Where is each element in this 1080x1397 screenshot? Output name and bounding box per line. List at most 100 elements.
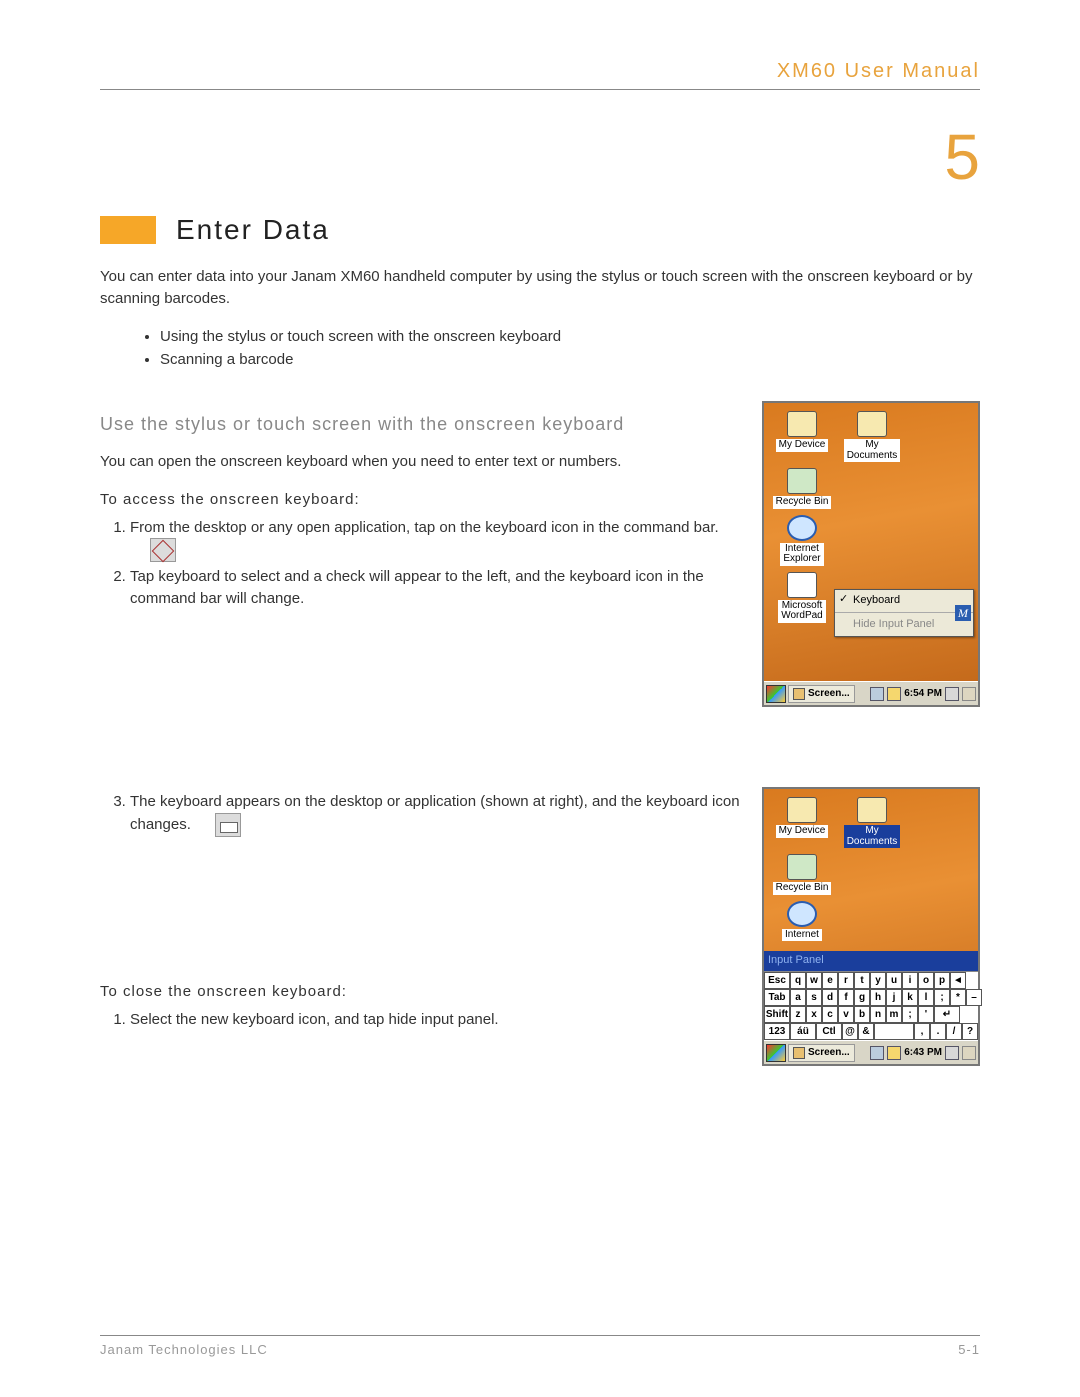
osk-key[interactable]: l: [918, 989, 934, 1006]
osk-key[interactable]: ◄: [950, 972, 966, 989]
osk-key[interactable]: Ctl: [816, 1023, 842, 1040]
taskbar-clock: 6:54 PM: [904, 687, 942, 702]
desktop-icon-recycle-bin[interactable]: Recycle Bin: [772, 468, 832, 509]
taskbar-app-button[interactable]: Screen...: [788, 685, 855, 703]
access-steps: From the desktop or any open application…: [130, 517, 742, 610]
osk-key[interactable]: 123: [764, 1023, 790, 1040]
osk-row-3: Shiftzxcvbnm;'↵: [764, 1006, 978, 1023]
osk-key[interactable]: ?: [962, 1023, 978, 1040]
taskbar-app-button[interactable]: Screen...: [788, 1044, 855, 1062]
osk-key[interactable]: ↵: [934, 1006, 960, 1023]
osk-key[interactable]: u: [886, 972, 902, 989]
osk-key[interactable]: q: [790, 972, 806, 989]
desktop-icon-my-documents[interactable]: My Documents: [842, 411, 902, 462]
osk-key[interactable]: x: [806, 1006, 822, 1023]
sub-heading: Use the stylus or touch screen with the …: [100, 411, 742, 437]
osk-key[interactable]: ;: [934, 989, 950, 1006]
device-screenshot-keyboard: My Device My Documents Recycle Bin: [762, 787, 980, 1066]
menu-tag-icon: M: [955, 605, 971, 621]
menu-item-keyboard[interactable]: Keyboard: [835, 590, 973, 612]
osk-key[interactable]: &: [858, 1023, 874, 1040]
chapter-number: 5: [0, 90, 1080, 204]
recycle-bin-icon: [787, 854, 817, 880]
desktop-icon[interactable]: [962, 1046, 976, 1060]
menu-separator: [835, 612, 973, 613]
desktop-icon[interactable]: [962, 687, 976, 701]
icon-label: Recycle Bin: [773, 882, 832, 895]
osk-key[interactable]: áü: [790, 1023, 816, 1040]
osk-key[interactable]: e: [822, 972, 838, 989]
start-button[interactable]: [766, 685, 786, 703]
osk-key[interactable]: w: [806, 972, 822, 989]
wordpad-icon: [787, 572, 817, 598]
icon-label: My Documents: [844, 439, 901, 462]
osk-key[interactable]: d: [822, 989, 838, 1006]
icon-label: My Device: [776, 439, 829, 452]
intro-paragraph: You can enter data into your Janam XM60 …: [100, 266, 980, 310]
menu-item-hide-input-panel[interactable]: Hide Input Panel: [835, 614, 973, 636]
osk-key[interactable]: f: [838, 989, 854, 1006]
osk-key[interactable]: v: [838, 1006, 854, 1023]
desktop-icon-my-documents[interactable]: My Documents: [842, 797, 902, 848]
footer-page-number: 5-1: [958, 1342, 980, 1357]
start-button[interactable]: [766, 1044, 786, 1062]
sip-icon[interactable]: [945, 687, 959, 701]
osk-key[interactable]: /: [946, 1023, 962, 1040]
desktop-icon-wordpad[interactable]: Microsoft WordPad: [772, 572, 832, 623]
icon-label: Recycle Bin: [773, 496, 832, 509]
device-icon: [787, 411, 817, 437]
section-title: Enter Data: [176, 214, 330, 246]
osk-key[interactable]: z: [790, 1006, 806, 1023]
osk-key[interactable]: @: [842, 1023, 858, 1040]
osk-key[interactable]: b: [854, 1006, 870, 1023]
osk-key[interactable]: o: [918, 972, 934, 989]
folder-icon: [857, 411, 887, 437]
desktop-icon-recycle-bin[interactable]: Recycle Bin: [772, 854, 832, 895]
osk-key[interactable]: g: [854, 989, 870, 1006]
keyboard-keys-icon: [215, 813, 241, 837]
osk-key[interactable]: s: [806, 989, 822, 1006]
osk-key[interactable]: p: [934, 972, 950, 989]
osk-key[interactable]: ;: [902, 1006, 918, 1023]
osk-key[interactable]: y: [870, 972, 886, 989]
osk-key[interactable]: k: [902, 989, 918, 1006]
tray-icon[interactable]: [870, 1046, 884, 1060]
taskbar: Screen... 6:43 PM: [764, 1040, 978, 1064]
onscreen-keyboard: Escqwertyuiop◄ Tabasdfghjkl;*– Shiftzxcv…: [764, 971, 978, 1040]
osk-key[interactable]: *: [950, 989, 966, 1006]
close-heading: To close the onscreen keyboard:: [100, 981, 742, 1003]
step-text: From the desktop or any open application…: [130, 519, 719, 536]
tray-icon[interactable]: [870, 687, 884, 701]
osk-key[interactable]: [874, 1023, 914, 1040]
osk-key[interactable]: n: [870, 1006, 886, 1023]
osk-key[interactable]: .: [930, 1023, 946, 1040]
icon-label: My Device: [776, 825, 829, 838]
osk-key[interactable]: Tab: [764, 989, 790, 1006]
osk-key[interactable]: r: [838, 972, 854, 989]
footer-company: Janam Technologies LLC: [100, 1342, 268, 1357]
taskbar-clock: 6:43 PM: [904, 1046, 942, 1061]
osk-key[interactable]: c: [822, 1006, 838, 1023]
ie-icon: [787, 515, 817, 541]
tray-icon[interactable]: [887, 687, 901, 701]
osk-key[interactable]: –: [966, 989, 982, 1006]
device-icon: [787, 797, 817, 823]
osk-key[interactable]: a: [790, 989, 806, 1006]
osk-key[interactable]: Esc: [764, 972, 790, 989]
osk-key[interactable]: j: [886, 989, 902, 1006]
osk-key[interactable]: i: [902, 972, 918, 989]
osk-key[interactable]: t: [854, 972, 870, 989]
taskbar: Screen... 6:54 PM: [764, 681, 978, 705]
sip-icon[interactable]: [945, 1046, 959, 1060]
desktop-icon-my-device[interactable]: My Device: [772, 411, 832, 462]
osk-key[interactable]: h: [870, 989, 886, 1006]
osk-key[interactable]: ,: [914, 1023, 930, 1040]
osk-row-1: Escqwertyuiop◄: [764, 972, 978, 989]
desktop-icon-internet[interactable]: Internet: [772, 901, 832, 942]
desktop-icon-internet-explorer[interactable]: Internet Explorer: [772, 515, 832, 566]
tray-icon[interactable]: [887, 1046, 901, 1060]
desktop-icon-my-device[interactable]: My Device: [772, 797, 832, 848]
osk-key[interactable]: Shift: [764, 1006, 790, 1023]
osk-key[interactable]: ': [918, 1006, 934, 1023]
osk-key[interactable]: m: [886, 1006, 902, 1023]
